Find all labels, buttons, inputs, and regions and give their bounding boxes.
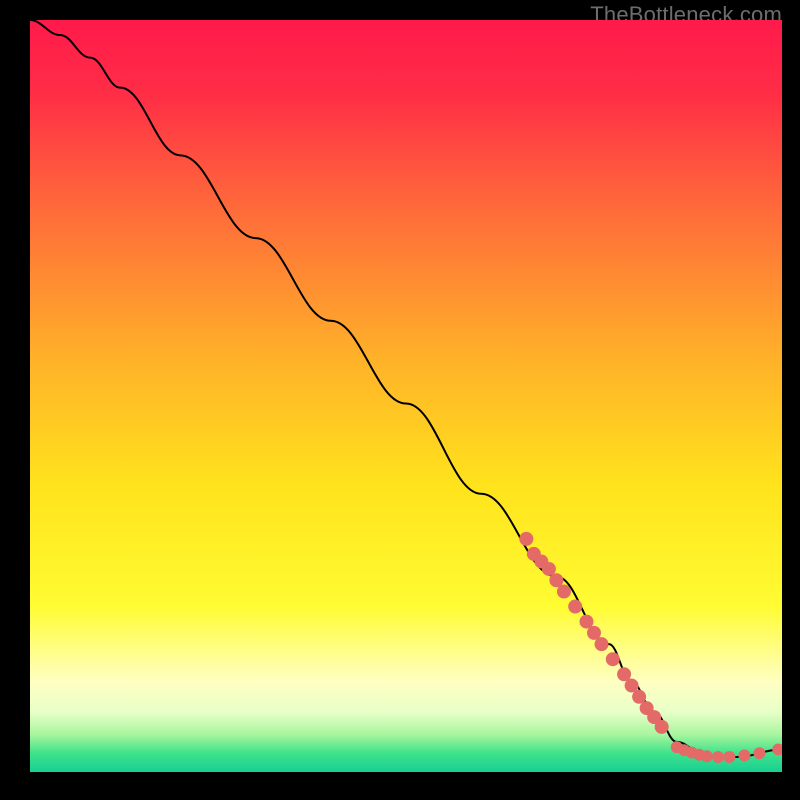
chart-background: [30, 20, 782, 772]
curve-marker: [557, 585, 571, 599]
chart-stage: TheBottleneck.com: [0, 0, 800, 800]
curve-marker: [595, 637, 609, 651]
curve-marker: [519, 532, 533, 546]
curve-marker: [655, 720, 669, 734]
bottleneck-chart: [30, 20, 782, 772]
curve-marker: [723, 751, 735, 763]
curve-marker: [712, 751, 724, 763]
curve-marker: [753, 747, 765, 759]
curve-marker: [701, 750, 713, 762]
curve-marker: [568, 600, 582, 614]
curve-marker: [738, 749, 750, 761]
curve-marker: [606, 652, 620, 666]
